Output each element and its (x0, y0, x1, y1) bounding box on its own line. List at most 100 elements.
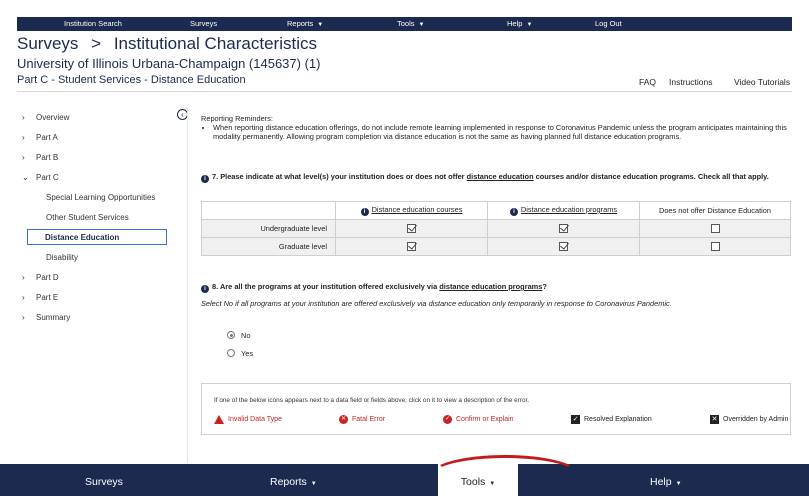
nav-institution-search[interactable]: Institution Search (64, 19, 122, 28)
cell (639, 237, 791, 256)
caret-down-icon: ▼ (675, 481, 682, 487)
q7-prefix: 7. Please indicate at what level(s) your… (212, 172, 465, 181)
cell (335, 219, 488, 238)
faq-link[interactable]: FAQ (639, 77, 656, 87)
legend-note: If one of the below icons appears next t… (214, 397, 530, 404)
cell (487, 219, 640, 238)
col-label[interactable]: Distance education courses (372, 205, 463, 214)
bottom-nav-surveys[interactable]: Surveys (85, 476, 123, 488)
nav-reports-label: Reports (287, 19, 314, 28)
bottom-nav-label: Help (650, 476, 672, 488)
institution-name: University of Illinois Urbana-Champaign … (17, 56, 321, 71)
legend-invalid-data: Invalid Data Type (214, 415, 282, 424)
chevron-right-icon: › (22, 313, 25, 322)
info-icon[interactable]: i (201, 175, 209, 183)
reporting-reminders: Reporting Reminders: When reporting dist… (201, 114, 791, 142)
sidebar-item-part-c[interactable]: ⌄ Part C (22, 173, 59, 182)
divider (17, 91, 792, 92)
nav-reports[interactable]: Reports ▼ (287, 19, 323, 28)
radio-yes[interactable]: Yes (227, 349, 253, 358)
breadcrumb: Surveys > Institutional Characteristics (17, 34, 317, 54)
sidebar-item-label: Part D (36, 273, 59, 282)
bottom-nav-reports[interactable]: Reports ▼ (270, 476, 317, 488)
question-7: i 7. Please indicate at what level(s) you… (201, 172, 769, 183)
cell (487, 237, 640, 256)
radio-button-selected[interactable] (227, 331, 235, 339)
q8-suffix: ? (542, 282, 547, 291)
legend-label: Confirm or Explain (456, 416, 514, 423)
video-tutorials-link[interactable]: Video Tutorials (734, 77, 790, 87)
sidebar-sub-disability[interactable]: Disability (46, 253, 78, 262)
instructions-link[interactable]: Instructions (669, 77, 712, 87)
chevron-right-icon: › (22, 113, 25, 122)
sidebar-sub-distance-education[interactable]: Distance Education (27, 229, 167, 245)
question-8: i 8. Are all the programs at your institu… (201, 282, 547, 293)
q7-link[interactable]: distance education (467, 172, 534, 181)
cell (335, 237, 488, 256)
bottom-nav-label: Reports (270, 476, 307, 488)
legend-overridden: ✕ Overridden by Admin (710, 415, 788, 424)
sidebar-sub-special-learning[interactable]: Special Learning Opportunities (46, 193, 155, 202)
info-icon[interactable]: i (509, 208, 518, 216)
check-square-icon: ✓ (571, 415, 580, 424)
bottom-nav-help[interactable]: Help ▼ (650, 476, 682, 488)
col-header-not-offer: Does not offer Distance Education (639, 201, 791, 220)
radio-label: Yes (241, 349, 254, 358)
nav-help[interactable]: Help ▼ (507, 19, 532, 28)
sidebar-item-label: Part A (36, 133, 58, 142)
sidebar-item-part-d[interactable]: › Part D (22, 273, 59, 282)
sidebar-sub-other-services[interactable]: Other Student Services (46, 213, 129, 222)
q8-link[interactable]: distance education programs (439, 282, 542, 291)
table-row: Graduate level (201, 237, 791, 256)
x-circle-icon: ✕ (339, 415, 348, 424)
q7-suffix: courses and/or distance education progra… (535, 172, 769, 181)
table-row: Undergraduate level (201, 219, 791, 238)
chevron-right-icon: › (22, 293, 25, 302)
breadcrumb-separator: > (91, 34, 102, 53)
nav-help-label: Help (507, 19, 523, 28)
chevron-right-icon: › (22, 133, 25, 142)
legend-label: Invalid Data Type (228, 416, 282, 423)
caret-down-icon: ▼ (526, 22, 533, 28)
chevron-right-icon: › (22, 273, 25, 282)
reminder-bullet: When reporting distance education offeri… (213, 123, 791, 141)
legend-fatal-error: ✕ Fatal Error (339, 415, 385, 424)
q7-table: i Distance education courses i Distance ed… (201, 201, 791, 256)
radio-label: No (241, 331, 251, 340)
col-header-courses: i Distance education courses (335, 201, 488, 220)
sidebar-item-overview[interactable]: › Overview (22, 113, 69, 122)
sidebar-item-summary[interactable]: › Summary (22, 313, 70, 322)
sidebar-item-label: Part C (36, 173, 59, 182)
col-label[interactable]: Distance education programs (521, 205, 617, 214)
sidebar-item-part-a[interactable]: › Part A (22, 133, 58, 142)
breadcrumb-surveys[interactable]: Surveys (17, 34, 78, 53)
checkbox-graduate-programs[interactable] (559, 242, 568, 252)
nav-tools[interactable]: Tools ▼ (397, 19, 424, 28)
info-icon[interactable]: i (360, 208, 369, 216)
error-legend: If one of the below icons appears next t… (201, 383, 791, 435)
sidebar-item-label: Overview (36, 113, 70, 122)
breadcrumb-current: Institutional Characteristics (113, 34, 317, 53)
nav-surveys[interactable]: Surveys (190, 19, 217, 28)
chevron-down-icon: ⌄ (22, 173, 29, 182)
sidebar-item-label: Part B (36, 153, 59, 162)
row-label-graduate: Graduate level (201, 237, 336, 256)
checkbox-undergrad-programs[interactable] (559, 224, 568, 234)
radio-no[interactable]: No (227, 331, 250, 340)
caret-down-icon: ▼ (310, 481, 317, 487)
legend-confirm-explain: ✓ Confirm or Explain (443, 415, 514, 424)
sidebar-item-part-b[interactable]: › Part B (22, 153, 58, 162)
bottom-nav: Surveys Reports ▼ Tools ▼ Help ▼ (0, 464, 809, 496)
checkbox-undergrad-none[interactable] (710, 224, 720, 234)
warning-triangle-icon (214, 415, 224, 424)
row-label-undergrad: Undergraduate level (201, 219, 336, 238)
checkbox-graduate-none[interactable] (710, 242, 720, 252)
sidebar-item-part-e[interactable]: › Part E (22, 293, 58, 302)
info-icon[interactable]: i (201, 285, 209, 293)
nav-logout[interactable]: Log Out (595, 19, 622, 28)
checkbox-undergrad-courses[interactable] (407, 224, 416, 234)
checkbox-graduate-courses[interactable] (407, 242, 416, 252)
col-header-programs: i Distance education programs (487, 201, 640, 220)
radio-button[interactable] (227, 349, 235, 357)
q8-prefix: 8. Are all the programs at your institut… (212, 282, 438, 291)
